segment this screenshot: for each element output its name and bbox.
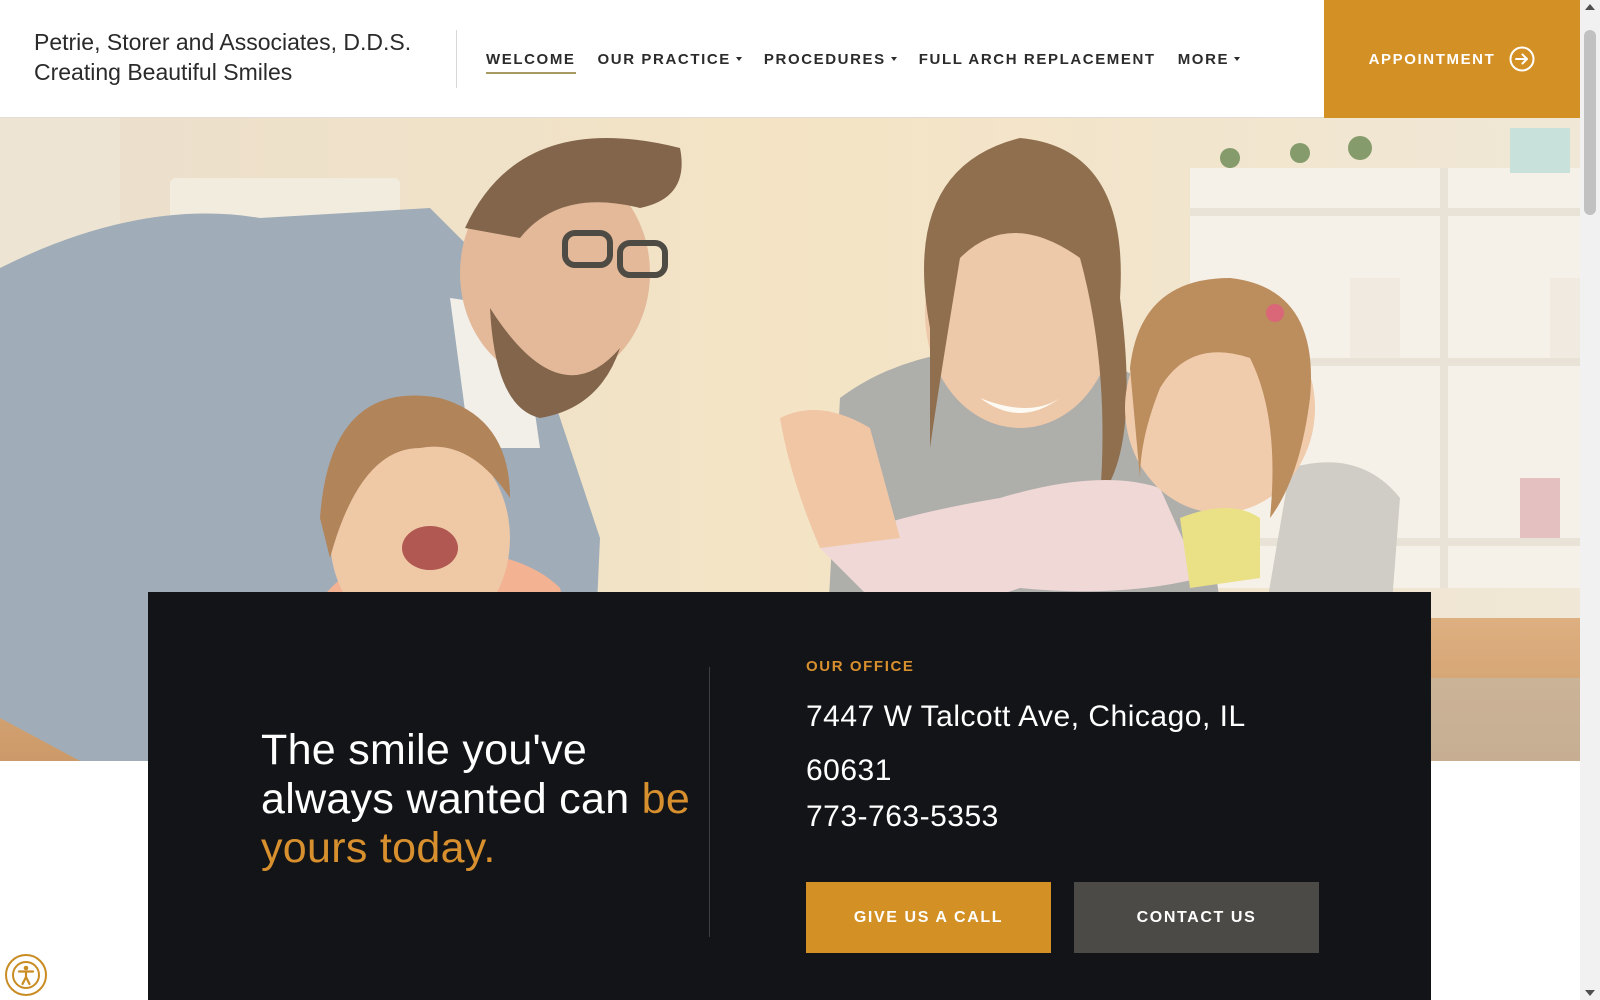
scroll-up-arrow-icon[interactable] xyxy=(1585,4,1595,10)
appointment-button[interactable]: APPOINTMENT xyxy=(1324,0,1580,118)
tagline-text: The smile you've always wanted can xyxy=(261,726,642,823)
office-phone[interactable]: 773-763-5353 xyxy=(806,797,999,837)
brand-name: Petrie, Storer and Associates, D.D.S. xyxy=(34,29,412,55)
accessibility-icon xyxy=(12,961,40,989)
scroll-down-arrow-icon[interactable] xyxy=(1585,990,1595,996)
nav-item-label: OUR PRACTICE xyxy=(597,50,731,68)
caret-down-icon xyxy=(890,57,897,61)
nav-item-welcome[interactable]: WELCOME xyxy=(486,42,576,76)
brand-tagline: Creating Beautiful Smiles xyxy=(34,59,293,85)
nav-item-label: PROCEDURES xyxy=(763,50,886,68)
nav-item-more[interactable]: MORE xyxy=(1177,42,1241,76)
appointment-label: APPOINTMENT xyxy=(1368,50,1496,68)
caret-down-icon xyxy=(735,57,742,61)
office-label: OUR OFFICE xyxy=(806,658,915,675)
nav-item-our-practice[interactable]: OUR PRACTICE xyxy=(598,42,742,76)
office-info-panel: The smile you've always wanted can be yo… xyxy=(148,592,1431,1000)
arrow-circle-right-icon xyxy=(1509,46,1535,72)
accessibility-button[interactable] xyxy=(5,954,47,996)
nav-item-label: WELCOME xyxy=(486,50,576,68)
hero-tagline: The smile you've always wanted can be yo… xyxy=(261,726,701,873)
nav-item-label: FULL ARCH REPLACEMENT xyxy=(918,50,1156,68)
nav-item-full-arch-replacement[interactable]: FULL ARCH REPLACEMENT xyxy=(919,42,1156,76)
nav-item-label: MORE xyxy=(1177,50,1230,68)
brand-logo[interactable]: Petrie, Storer and Associates, D.D.S. Cr… xyxy=(34,27,411,87)
page-scrollbar[interactable] xyxy=(1580,0,1600,1000)
contact-us-button[interactable]: CONTACT US xyxy=(1074,882,1319,953)
caret-down-icon xyxy=(1234,57,1241,61)
office-address[interactable]: 7447 W Talcott Ave, Chicago, IL 60631 xyxy=(806,690,1286,798)
brand-divider xyxy=(456,30,457,88)
give-us-a-call-button[interactable]: GIVE US A CALL xyxy=(806,882,1051,953)
panel-divider xyxy=(709,667,710,937)
scroll-thumb[interactable] xyxy=(1584,30,1596,215)
site-header: Petrie, Storer and Associates, D.D.S. Cr… xyxy=(0,0,1580,118)
nav-item-procedures[interactable]: PROCEDURES xyxy=(764,42,897,76)
main-nav: WELCOME OUR PRACTICE PROCEDURES FULL ARC… xyxy=(486,0,1241,118)
